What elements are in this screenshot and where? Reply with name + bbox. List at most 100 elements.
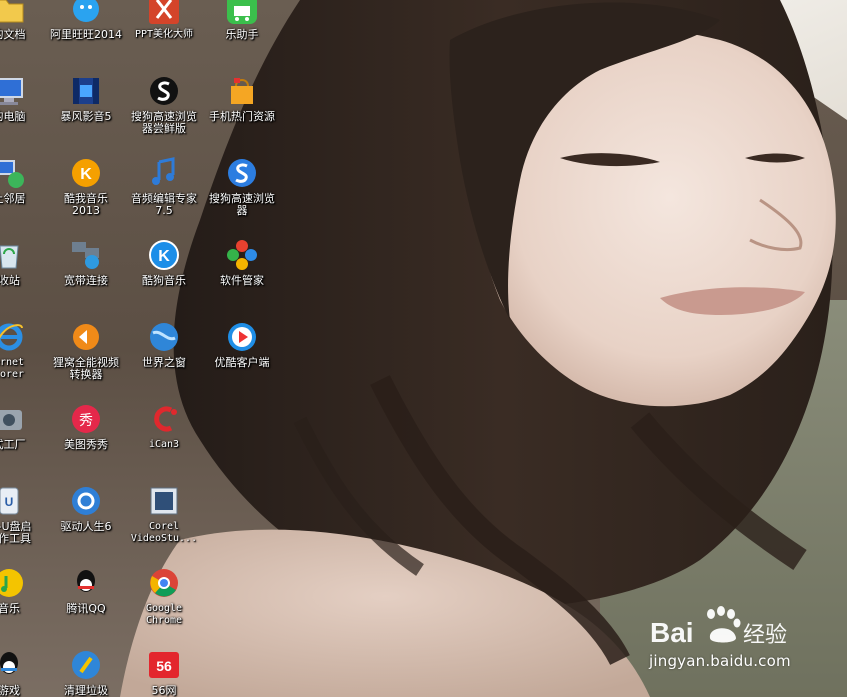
icon-label: 世界之窗 [142,356,186,369]
theworld-browser-icon [150,323,178,351]
svg-text:Bai: Bai [650,617,694,648]
icon-label: 暴风影音5 [60,110,112,123]
desktop-icon-software-manager[interactable]: 软件管家 [203,238,281,287]
icon-label: 阿里旺旺2014 [50,28,122,41]
phone-resources-icon [231,78,253,104]
desktop-icon-clean-junk[interactable]: 清理垃圾 [47,648,125,697]
folder-documents-icon [0,0,24,23]
desktop-icon-kuwo-music[interactable]: K 酷我音乐 2013 [47,156,125,217]
google-chrome-icon [150,569,178,597]
desktop-icon-recycle-bin[interactable]: 收站 [0,238,48,287]
desktop-icon-audio-editor[interactable]: 音频编辑专家 7.5 [125,156,203,217]
icon-label: 收站 [0,274,20,287]
lezhushou-icon [227,0,257,24]
icon-label: ernet lorer [0,357,25,380]
icon-label: 软件管家 [220,274,264,287]
desktop-icon-sogou-browser[interactable]: 搜狗高速浏览 器 [203,156,281,217]
meitu-icon: 秀 [72,405,100,433]
desktop-icon-format-factory[interactable]: 式工厂 [0,402,48,451]
usb-boot-tool-icon: U [0,487,19,515]
icon-label: 币-U盘启 刂作工具 [0,520,32,545]
svg-text:K: K [158,248,170,265]
desktop-icon-google-chrome[interactable]: Google Chrome [125,566,203,627]
clean-junk-icon [72,651,100,679]
desktop-icon-56-video[interactable]: 56 56网 [125,648,203,697]
icon-label: 音乐 [0,602,20,615]
desktop-icon-driver-life[interactable]: 驱动人生6 [47,484,125,533]
desktop-icon-my-computer[interactable]: 的电脑 [0,74,48,123]
icon-label: 音频编辑专家 7.5 [131,192,197,217]
audio-editor-icon [152,157,175,185]
icon-label: 酷狗音乐 [142,274,186,287]
icon-label: 酷我音乐 2013 [64,192,108,217]
svg-text:K: K [80,166,92,183]
icon-label: 宽带连接 [64,274,108,287]
svg-text:56: 56 [156,658,172,674]
my-computer-icon [0,78,23,105]
desktop-icon-kugou-music[interactable]: K 酷狗音乐 [125,238,203,287]
desktop-icon-qq-game[interactable]: 游戏 [0,648,48,697]
icon-label: Corel VideoStu... [130,521,198,544]
kugou-music-icon: K [149,240,179,270]
tencent-qq-icon [77,570,95,592]
sogou-browser-icon [228,159,256,187]
recycle-bin-icon [0,245,19,269]
icon-label: 搜狗高速浏览 器 [209,192,275,217]
desktop-icon-theworld[interactable]: 世界之窗 [125,320,203,369]
driver-life-icon [72,487,100,515]
qq-game-icon [0,652,18,674]
desktop-icon-ppt-meihua[interactable]: PPT美化大师 [125,0,203,41]
desktop-icon-my-documents[interactable]: 的文档 [0,0,48,41]
desktop-icon-meitu[interactable]: 秀 美图秀秀 [47,402,125,451]
icon-label: 上邻居 [0,192,26,205]
desktop-icon-baofeng[interactable]: 暴风影音5 [47,74,125,123]
icon-label: 游戏 [0,684,20,697]
desktop-icon-leawo-converter[interactable]: 狸窝全能视频 转换器 [47,320,125,381]
youku-icon [228,323,256,351]
desktop-icon-tencent-qq[interactable]: 腾讯QQ [47,566,125,615]
icon-label: Google Chrome [145,603,183,626]
icon-label: 的文档 [0,28,26,41]
icon-label: 手机热门资源 [209,110,275,123]
format-factory-icon [0,410,22,430]
ppt-meihua-icon [149,0,179,24]
baidu-jingyan-logo: Bai 经验 [650,606,787,648]
icon-label: 乐助手 [225,28,259,41]
icon-label: 56网 [151,684,177,697]
broadband-connection-icon [72,242,99,269]
desktop-icon-corel-videostudio[interactable]: Corel VideoStu... [125,484,203,545]
svg-text:秀: 秀 [79,413,93,429]
desktop-icon-youku[interactable]: 优酷客户端 [203,320,281,369]
desktop-icon-usb-boot-tool[interactable]: U 币-U盘启 刂作工具 [0,484,48,545]
desktop-icon-lezhushou[interactable]: 乐助手 [203,0,281,41]
sogou-browser-beta-icon [150,77,178,105]
icon-label: iCan3 [148,439,180,450]
watermark-url: jingyan.baidu.com [649,652,791,670]
icon-label: 的电脑 [0,110,26,123]
desktop-icon-aliwangwang[interactable]: 阿里旺旺2014 [47,0,125,41]
desktop-icon-qq-music[interactable]: 音乐 [0,566,48,615]
kuwo-music-icon: K [72,159,100,187]
baidu-jingyan-watermark: Bai 经验 jingyan.baidu.com [648,604,843,684]
desktop-icon-sogou-browser-beta[interactable]: 搜狗高速浏览 器尝鲜版 [125,74,203,135]
desktop-icon-ican3[interactable]: iCan3 [125,402,203,451]
leawo-converter-icon [73,324,99,350]
baofeng-icon [73,78,99,104]
icon-label: 腾讯QQ [66,602,106,615]
desktop-icon-network-places[interactable]: 上邻居 [0,156,48,205]
icon-label: PPT美化大师 [134,29,194,40]
desktop-icon-broadband[interactable]: 宽带连接 [47,238,125,287]
icon-label: 搜狗高速浏览 器尝鲜版 [131,110,197,135]
ican3-icon [154,406,177,432]
internet-explorer-icon [0,323,23,351]
qq-music-icon [0,569,23,597]
icon-label: 清理垃圾 [64,684,108,697]
desktop-icon-phone-resources[interactable]: 手机热门资源 [203,74,281,123]
icon-label: 狸窝全能视频 转换器 [53,356,119,381]
icon-label: 驱动人生6 [60,520,112,533]
svg-text:经验: 经验 [743,623,787,648]
aliwangwang-icon [73,0,99,22]
icon-label: 式工厂 [0,438,26,451]
svg-text:U: U [5,495,14,509]
desktop-icon-internet-explorer[interactable]: ernet lorer [0,320,48,381]
